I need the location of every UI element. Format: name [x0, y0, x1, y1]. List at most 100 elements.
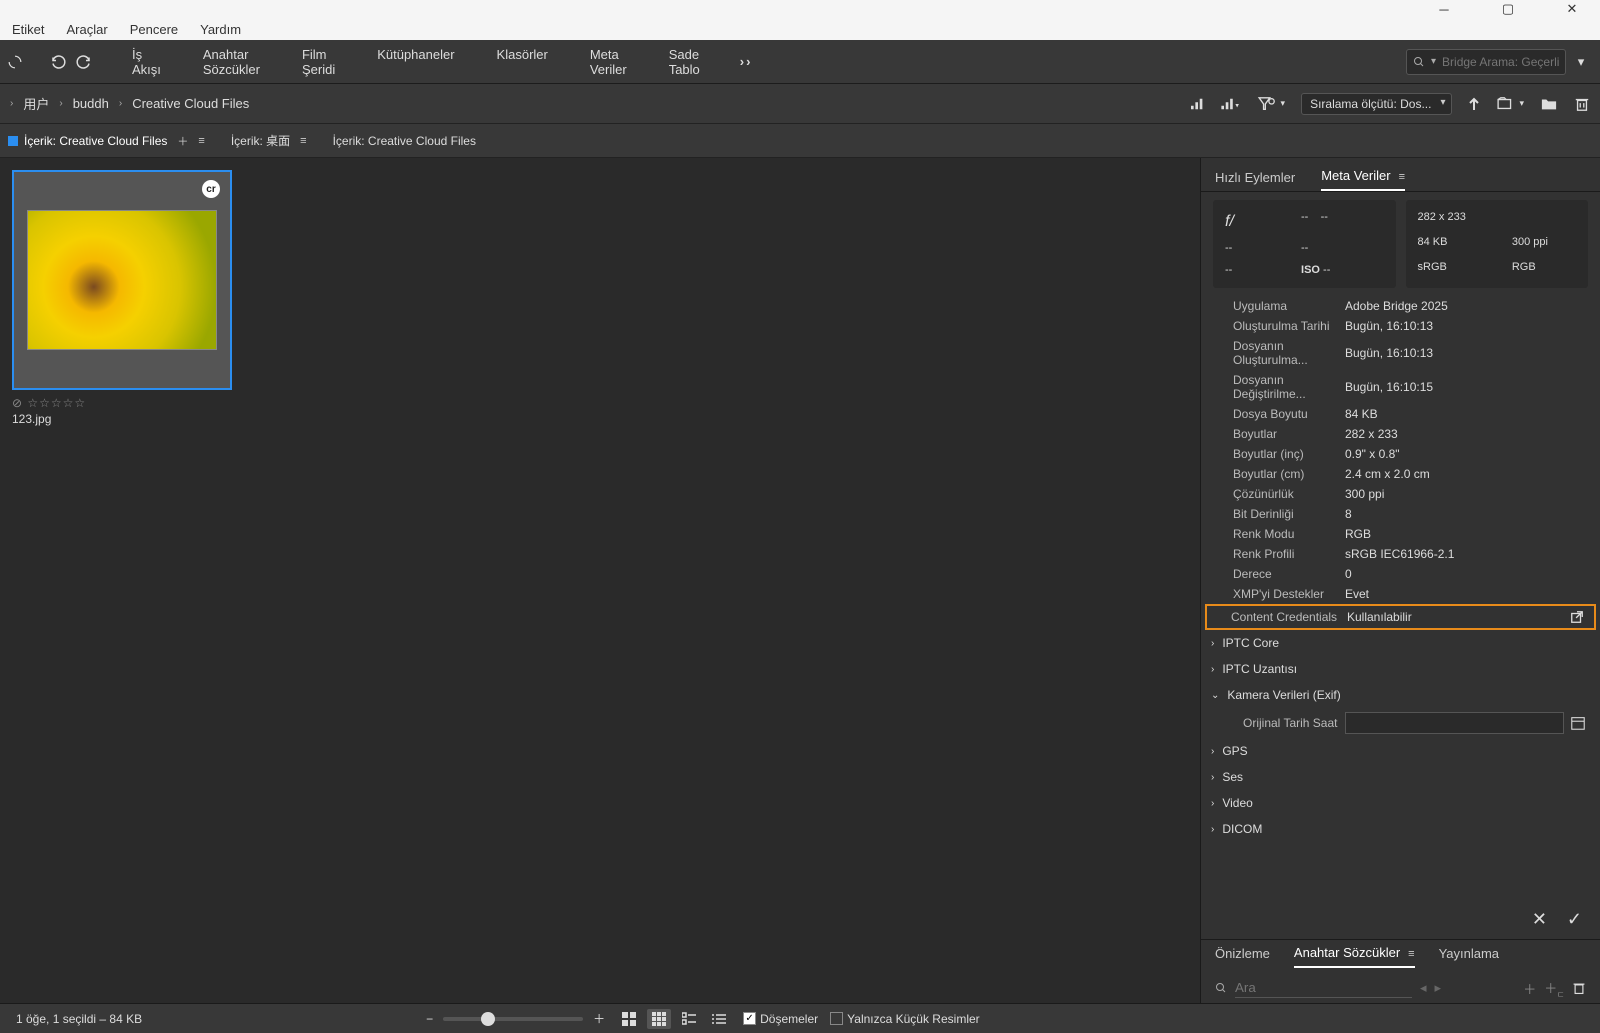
prev-icon[interactable]: ◂ — [1420, 980, 1427, 996]
metadata-key: Boyutlar (inç) — [1215, 447, 1345, 461]
hamburger-icon[interactable]: ≡ — [1399, 171, 1405, 183]
apply-metadata-button[interactable]: ✓ — [1567, 909, 1582, 930]
hamburger-icon[interactable]: ≡ — [300, 135, 306, 147]
breadcrumb-item[interactable]: buddh — [73, 96, 109, 111]
section-camera-data[interactable]: ⌄Kamera Verileri (Exif) — [1201, 682, 1600, 708]
zoom-slider[interactable]: − ＋ — [426, 1010, 605, 1027]
metadata-value: Bugün, 16:10:15 — [1345, 380, 1586, 394]
more-workspaces-icon[interactable]: ›› — [740, 54, 753, 69]
breadcrumb-item[interactable]: 用户 — [23, 94, 49, 113]
thumbs-only-checkbox[interactable]: Yalnızca Küçük Resimler — [830, 1012, 980, 1026]
filter-funnel-icon[interactable]: ▾ — [1257, 96, 1286, 112]
metadata-list: UygulamaAdobe Bridge 2025Oluşturulma Tar… — [1201, 296, 1600, 899]
tab-publish[interactable]: Yayınlama — [1439, 946, 1499, 967]
view-list-icon[interactable] — [707, 1009, 731, 1029]
plus-icon[interactable]: ＋ — [177, 133, 188, 149]
window-maximize-button[interactable]: ▢ — [1488, 0, 1528, 18]
metadata-row: Boyutlar (cm)2.4 cm x 2.0 cm — [1201, 464, 1600, 484]
toolbar: İş Akışı Anahtar Sözcükler Film Şeridi K… — [0, 40, 1600, 84]
section-dicom[interactable]: ›DICOM — [1201, 816, 1600, 842]
hamburger-icon[interactable]: ≡ — [1408, 948, 1414, 960]
tab-filmstrip[interactable]: Film Şeridi — [302, 47, 335, 77]
metadata-key: Renk Modu — [1215, 527, 1345, 541]
menu-yardim[interactable]: Yardım — [200, 22, 241, 37]
view-grid-icon[interactable] — [617, 1009, 641, 1029]
open-recent-icon[interactable]: ▾ — [1496, 96, 1524, 112]
hamburger-icon[interactable]: ≡ — [198, 135, 204, 147]
metadata-key: Boyutlar — [1215, 427, 1345, 441]
tab-quick-actions[interactable]: Hızlı Eylemler — [1215, 170, 1295, 191]
metadata-row: Boyutlar (inç)0.9" x 0.8" — [1201, 444, 1600, 464]
redo-icon[interactable] — [74, 53, 92, 71]
section-video[interactable]: ›Video — [1201, 790, 1600, 816]
window-close-button[interactable]: ✕ — [1552, 0, 1592, 18]
next-icon[interactable]: ▸ — [1435, 980, 1442, 996]
keyword-search-input[interactable] — [1235, 978, 1412, 998]
tab-libraries[interactable]: Kütüphaneler — [377, 47, 454, 77]
thumbnail-image — [27, 210, 217, 350]
add-keyword-icon[interactable]: ＋ — [1523, 979, 1536, 998]
metadata-row: Renk ModuRGB — [1201, 524, 1600, 544]
chevron-right-icon: › — [1211, 824, 1214, 835]
add-sub-keyword-icon[interactable]: ＋⊏ — [1544, 978, 1564, 999]
content-tab-label: İçerik: Creative Cloud Files — [24, 134, 167, 148]
view-grid-lock-icon[interactable] — [647, 1009, 671, 1029]
metadata-value: 84 KB — [1345, 407, 1586, 421]
content-tab[interactable]: İçerik: 桌面 ≡ — [231, 132, 307, 149]
tab-keywords[interactable]: Anahtar Sözcükler — [203, 47, 260, 77]
content-tab[interactable]: İçerik: Creative Cloud Files — [333, 134, 476, 148]
zoom-out-icon[interactable]: − — [426, 1012, 433, 1026]
chevron-right-icon: › — [1211, 798, 1214, 809]
chevron-right-icon: › — [1211, 746, 1214, 757]
tab-folders[interactable]: Klasörler — [497, 47, 548, 77]
original-date-input[interactable] — [1345, 712, 1564, 734]
tab-preview[interactable]: Önizleme — [1215, 946, 1270, 967]
delete-keyword-icon[interactable] — [1572, 981, 1586, 995]
menu-pencere[interactable]: Pencere — [130, 22, 178, 37]
thumbnail-selected[interactable]: cr — [12, 170, 232, 390]
tab-metadata[interactable]: Meta Veriler≡ — [1321, 168, 1405, 191]
section-gps[interactable]: ›GPS — [1201, 738, 1600, 764]
new-folder-icon[interactable] — [1540, 96, 1558, 112]
zoom-in-icon[interactable]: ＋ — [593, 1010, 605, 1027]
breadcrumb-item[interactable]: Creative Cloud Files — [132, 96, 249, 111]
chevron-right-icon: › — [119, 98, 122, 109]
sort-dropdown[interactable]: Sıralama ölçütü: Dos... — [1301, 93, 1452, 115]
calendar-icon[interactable] — [1570, 715, 1586, 731]
tab-workflow[interactable]: İş Akışı — [132, 47, 161, 77]
original-date-row: Orijinal Tarih Saat — [1201, 708, 1600, 738]
section-iptc-core[interactable]: ›IPTC Core — [1201, 630, 1600, 656]
external-link-icon[interactable] — [1570, 610, 1584, 624]
search-box[interactable]: ▾ — [1406, 49, 1566, 75]
tab-plain-table[interactable]: Sade Tablo — [669, 47, 700, 77]
boomerang-icon[interactable] — [8, 55, 22, 69]
tab-metadata[interactable]: Meta Veriler — [590, 47, 627, 77]
trash-icon[interactable] — [1574, 96, 1590, 112]
section-iptc-ext[interactable]: ›IPTC Uzantısı — [1201, 656, 1600, 682]
metadata-key: Dosyanın Değiştirilme... — [1215, 373, 1345, 401]
quality-stairs-icon[interactable] — [1191, 97, 1205, 111]
metadata-key: Uygulama — [1215, 299, 1345, 313]
rating-stars[interactable]: ⊘ ☆☆☆☆☆ — [12, 396, 1188, 410]
menu-araclar[interactable]: Araçlar — [67, 22, 108, 37]
tiles-checkbox[interactable]: ✓Döşemeler — [743, 1012, 818, 1026]
menu-etiket[interactable]: Etiket — [12, 22, 45, 37]
status-text: 1 öğe, 1 seçildi – 84 KB — [16, 1012, 142, 1026]
tab-keywords-bottom[interactable]: Anahtar Sözcükler≡ — [1294, 945, 1415, 968]
content-area[interactable]: cr ⊘ ☆☆☆☆☆ 123.jpg — [0, 158, 1200, 1003]
window-minimize-button[interactable]: ─ — [1424, 0, 1464, 18]
sort-ascending-icon[interactable] — [1468, 97, 1480, 111]
section-audio[interactable]: ›Ses — [1201, 764, 1600, 790]
content-tab-active[interactable]: İçerik: Creative Cloud Files ＋ ≡ — [8, 133, 205, 149]
toolbar-dropdown-icon[interactable]: ▾ — [1570, 51, 1592, 73]
content-credentials-row[interactable]: Content Credentials Kullanılabilir — [1205, 604, 1596, 630]
cancel-metadata-button[interactable]: ✕ — [1532, 909, 1547, 930]
view-details-icon[interactable] — [677, 1009, 701, 1029]
metadata-value: Evet — [1345, 587, 1586, 601]
tab-color-indicator — [8, 136, 18, 146]
quality-stairs-dropdown-icon[interactable]: ▾ — [1221, 97, 1241, 111]
metadata-row: Dosyanın Oluşturulma...Bugün, 16:10:13 — [1201, 336, 1600, 370]
chevron-right-icon: › — [1211, 664, 1214, 675]
undo-icon[interactable] — [50, 53, 68, 71]
metadata-value: Adobe Bridge 2025 — [1345, 299, 1586, 313]
